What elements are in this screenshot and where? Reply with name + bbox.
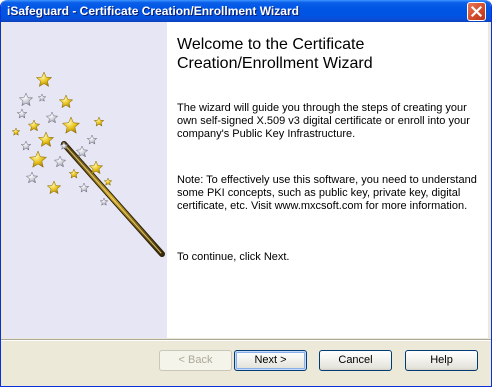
intro-text: The wizard will guide you through the st… — [177, 102, 470, 140]
side-panel — [4, 22, 167, 338]
star-icon — [86, 134, 98, 145]
star-icon — [28, 150, 48, 168]
star-icon — [37, 131, 55, 147]
help-button[interactable]: Help — [405, 350, 478, 371]
star-icon — [93, 116, 105, 127]
close-icon — [470, 5, 483, 18]
title-bar[interactable]: iSafeguard - Certificate Creation/Enroll… — [1, 0, 491, 22]
star-icon — [16, 108, 28, 119]
star-icon — [99, 197, 109, 206]
star-icon — [25, 171, 39, 184]
star-icon — [45, 111, 59, 124]
star-icon — [37, 93, 47, 102]
star-icon — [53, 155, 67, 168]
star-icon — [20, 140, 32, 151]
magic-wand-icon — [11, 71, 165, 257]
next-button[interactable]: Next > — [234, 350, 307, 371]
star-icon — [58, 94, 74, 109]
star-icon — [78, 182, 90, 193]
star-icon — [27, 119, 41, 132]
button-divider — [1, 339, 491, 341]
star-icon — [11, 127, 21, 136]
back-button[interactable]: < Back — [159, 350, 232, 371]
star-icon — [46, 180, 62, 195]
window-title: iSafeguard - Certificate Creation/Enroll… — [7, 4, 299, 18]
star-icon — [61, 116, 81, 134]
note-text: Note: To effectively use this software, … — [177, 174, 477, 212]
wizard-content: Welcome to the Certificate Creation/Enro… — [4, 22, 488, 338]
star-icon — [35, 71, 53, 87]
continue-text: To continue, click Next. — [177, 251, 290, 263]
star-icon — [103, 177, 113, 186]
wizard-heading: Welcome to the Certificate Creation/Enro… — [177, 36, 373, 72]
star-icon — [68, 168, 80, 179]
wizard-window: iSafeguard - Certificate Creation/Enroll… — [0, 0, 492, 387]
close-button[interactable] — [467, 2, 486, 21]
star-icon — [18, 92, 34, 107]
cancel-button[interactable]: Cancel — [319, 350, 392, 371]
